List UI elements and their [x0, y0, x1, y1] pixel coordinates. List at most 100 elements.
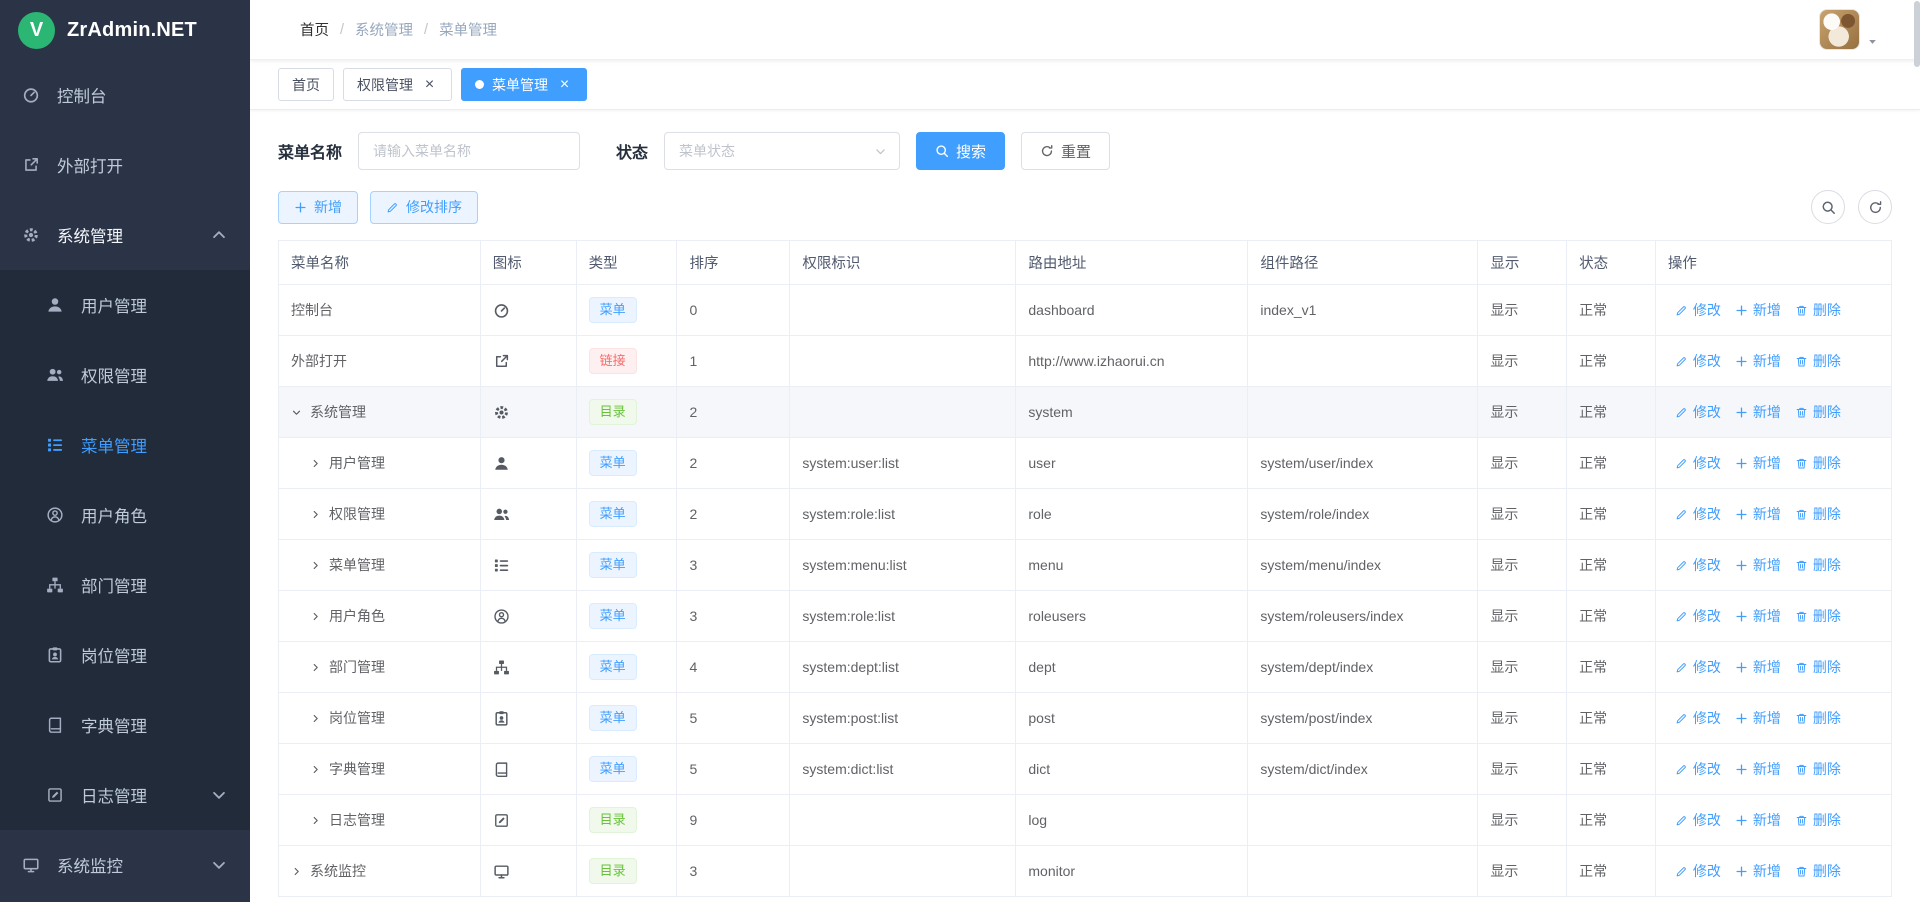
edit-button[interactable]: 修改	[1675, 351, 1721, 371]
delete-button[interactable]: 删除	[1795, 453, 1841, 473]
toggle-search-button[interactable]	[1811, 190, 1845, 224]
cell-status: 正常	[1567, 387, 1656, 438]
add-button[interactable]: 新增	[1735, 555, 1781, 575]
user-avatar[interactable]	[1819, 9, 1860, 50]
edit-icon	[1675, 457, 1688, 470]
refresh-table-button[interactable]	[1858, 190, 1892, 224]
chevron-right-icon[interactable]	[310, 560, 329, 571]
delete-button[interactable]: 删除	[1795, 810, 1841, 830]
scrollbar-thumb[interactable]	[1914, 1, 1920, 67]
sidebar-item-post[interactable]: 岗位管理	[0, 620, 250, 690]
delete-button[interactable]: 删除	[1795, 759, 1841, 779]
tab-menu[interactable]: 菜单管理×	[461, 68, 587, 101]
edit-button[interactable]: 修改	[1675, 708, 1721, 728]
id-badge-icon	[46, 646, 64, 664]
edit-button[interactable]: 修改	[1675, 300, 1721, 320]
status-select[interactable]: 菜单状态	[664, 132, 900, 170]
edit-button[interactable]: 修改	[1675, 606, 1721, 626]
app-logo[interactable]: V ZrAdmin.NET	[0, 0, 250, 60]
cell-visible: 显示	[1478, 285, 1567, 336]
cell-component	[1248, 387, 1478, 438]
edit-button[interactable]: 修改	[1675, 504, 1721, 524]
close-tab-icon[interactable]: ×	[421, 76, 438, 93]
delete-button[interactable]: 删除	[1795, 504, 1841, 524]
close-tab-icon[interactable]: ×	[556, 76, 573, 93]
edit-button[interactable]: 修改	[1675, 453, 1721, 473]
user-menu[interactable]	[1819, 9, 1878, 50]
sidebar-item-dept[interactable]: 部门管理	[0, 550, 250, 620]
delete-button[interactable]: 删除	[1795, 708, 1841, 728]
filter-form: 菜单名称 状态 菜单状态 搜索 重置	[278, 132, 1892, 170]
chevron-right-icon[interactable]	[310, 611, 329, 622]
add-button[interactable]: 新增	[1735, 861, 1781, 881]
edit-button[interactable]: 修改	[1675, 657, 1721, 677]
add-button[interactable]: 新增	[1735, 708, 1781, 728]
dashboard-icon	[22, 86, 40, 104]
tab-home[interactable]: 首页	[278, 68, 334, 101]
add-button[interactable]: 新增	[1735, 504, 1781, 524]
tab-label: 首页	[292, 75, 320, 95]
add-button[interactable]: 新增	[1735, 351, 1781, 371]
search-button[interactable]: 搜索	[916, 132, 1005, 170]
edit-icon	[1675, 814, 1688, 827]
delete-button[interactable]: 删除	[1795, 555, 1841, 575]
menu-name: 用户管理	[329, 453, 385, 473]
edit-button[interactable]: 修改	[1675, 555, 1721, 575]
sidebar-item-roleusers[interactable]: 用户角色	[0, 480, 250, 550]
chevron-down-icon[interactable]	[291, 407, 310, 418]
add-button[interactable]: 新增	[1735, 402, 1781, 422]
add-button[interactable]: 新增	[1735, 657, 1781, 677]
chevron-right-icon[interactable]	[310, 458, 329, 469]
monitor-icon	[22, 856, 40, 874]
edit-button[interactable]: 修改	[1675, 810, 1721, 830]
add-button[interactable]: 新增	[1735, 300, 1781, 320]
add-button[interactable]: 新增	[278, 191, 358, 224]
delete-button[interactable]: 删除	[1795, 657, 1841, 677]
chevron-right-icon[interactable]	[310, 815, 329, 826]
edit-button[interactable]: 修改	[1675, 861, 1721, 881]
sidebar-item-monitor[interactable]: 系统监控	[0, 830, 250, 900]
tab-role[interactable]: 权限管理 ×	[343, 68, 452, 101]
reset-button[interactable]: 重置	[1021, 132, 1110, 170]
edit-button[interactable]: 修改	[1675, 759, 1721, 779]
chevron-right-icon[interactable]	[310, 509, 329, 520]
add-button[interactable]: 新增	[1735, 810, 1781, 830]
sidebar-item-dict[interactable]: 字典管理	[0, 690, 250, 760]
sidebar-item-role[interactable]: 权限管理	[0, 340, 250, 410]
edit-sort-button[interactable]: 修改排序	[370, 191, 478, 224]
delete-button[interactable]: 删除	[1795, 402, 1841, 422]
edit-button[interactable]: 修改	[1675, 402, 1721, 422]
sidebar-item-console[interactable]: 控制台	[0, 60, 250, 130]
delete-button[interactable]: 删除	[1795, 351, 1841, 371]
cell-icon	[480, 489, 576, 540]
breadcrumb-item[interactable]: 系统管理	[355, 19, 413, 40]
add-button[interactable]: 新增	[1735, 606, 1781, 626]
plus-icon	[1735, 712, 1748, 725]
breadcrumb-item: 菜单管理	[439, 19, 497, 40]
sidebar-item-menu[interactable]: 菜单管理	[0, 410, 250, 480]
menu-name-input[interactable]	[358, 132, 580, 170]
type-badge: 目录	[589, 858, 637, 885]
sidebar-item-external[interactable]: 外部打开	[0, 130, 250, 200]
add-button[interactable]: 新增	[1735, 453, 1781, 473]
edit-label: 修改	[1693, 861, 1721, 881]
delete-button[interactable]: 删除	[1795, 300, 1841, 320]
scrollbar[interactable]	[1913, 0, 1920, 902]
sidebar-item-system[interactable]: 系统管理	[0, 200, 250, 270]
chevron-right-icon[interactable]	[310, 662, 329, 673]
sidebar-item-log[interactable]: 日志管理	[0, 760, 250, 830]
add-button[interactable]: 新增	[1735, 759, 1781, 779]
breadcrumb-separator: /	[424, 22, 428, 38]
chevron-right-icon[interactable]	[291, 866, 310, 877]
menu-name: 日志管理	[329, 810, 385, 830]
cell-sort: 3	[677, 591, 790, 642]
chevron-right-icon[interactable]	[310, 764, 329, 775]
delete-button[interactable]: 删除	[1795, 606, 1841, 626]
sidebar-item-user[interactable]: 用户管理	[0, 270, 250, 340]
user-role-icon	[493, 608, 510, 625]
edit-icon	[1675, 508, 1688, 521]
delete-button[interactable]: 删除	[1795, 861, 1841, 881]
chevron-right-icon[interactable]	[310, 713, 329, 724]
breadcrumb-item[interactable]: 首页	[300, 19, 329, 40]
tab-label: 权限管理	[357, 75, 413, 95]
